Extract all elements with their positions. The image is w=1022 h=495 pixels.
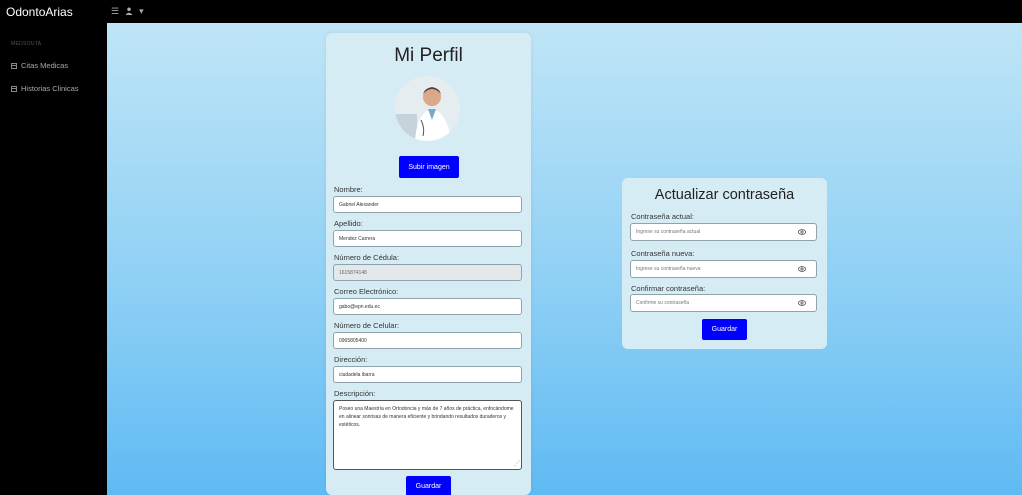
new-password-field[interactable]: Ingrese su contraseña nueva: [630, 260, 817, 278]
chevron-down-icon[interactable]: ▾: [139, 6, 144, 17]
cedula-label: Número de Cédula:: [334, 253, 400, 262]
user-icon[interactable]: [125, 7, 133, 17]
eye-icon[interactable]: [798, 265, 806, 273]
email-field[interactable]: gabo@epn.edu.ec: [333, 298, 522, 315]
current-password-placeholder: Ingrese su contraseña actual: [636, 229, 701, 235]
eye-icon[interactable]: [798, 228, 806, 236]
confirm-password-label: Confirmar contraseña:: [631, 284, 706, 293]
sidebar-heading: MEDSOUTA: [11, 41, 42, 47]
descripcion-text: Poseo una Maestría en Ortodoncia y más d…: [339, 406, 514, 428]
brand-logo[interactable]: OdontoArias: [0, 5, 107, 19]
current-password-field[interactable]: Ingrese su contraseña actual: [630, 223, 817, 241]
calendar-icon: [11, 62, 17, 69]
hamburger-icon[interactable]: ☰: [111, 6, 119, 17]
page-title: Mi Perfil: [394, 45, 463, 66]
new-password-label: Contraseña nueva:: [631, 249, 695, 258]
apellido-label: Apellido:: [334, 219, 363, 228]
apellido-field[interactable]: Mendez Carrera: [333, 230, 522, 247]
confirm-password-field[interactable]: Confirme su contraseña: [630, 294, 817, 312]
main-content: Mi Perfil Subir imagen Nombre: Gabriel A…: [107, 23, 1022, 495]
save-profile-button[interactable]: Guardar: [406, 476, 451, 495]
sidebar-item-label: Citas Medicas: [21, 61, 69, 70]
direccion-label: Dirección:: [334, 355, 368, 364]
document-icon: [11, 85, 17, 92]
confirm-password-placeholder: Confirme su contraseña: [636, 300, 690, 306]
nombre-field[interactable]: Gabriel Alexander: [333, 196, 522, 213]
direccion-field[interactable]: ciudadela ibarra: [333, 366, 522, 383]
save-password-button[interactable]: Guardar: [702, 319, 747, 340]
nombre-label: Nombre:: [334, 185, 363, 194]
correo-label: Correo Electrónico:: [334, 287, 399, 296]
sidebar-item-historias-clinicas[interactable]: Historias Clinicas: [0, 84, 107, 93]
cedula-field: 1615874148: [333, 264, 522, 281]
password-card-title: Actualizar contraseña: [654, 187, 795, 203]
sidebar-item-citas-medicas[interactable]: Citas Medicas: [0, 61, 107, 70]
password-card: Actualizar contraseña Contraseña actual:…: [622, 178, 827, 349]
sidebar-item-label: Historias Clinicas: [21, 84, 79, 93]
eye-icon[interactable]: [798, 299, 806, 307]
descripcion-textarea[interactable]: Poseo una Maestría en Ortodoncia y más d…: [333, 400, 522, 470]
celular-field[interactable]: 0965805400: [333, 332, 522, 349]
descripcion-label: Descripción:: [334, 389, 376, 398]
avatar: [395, 76, 460, 141]
new-password-placeholder: Ingrese su contraseña nueva: [636, 266, 701, 272]
top-navbar: OdontoArias ☰ ▾: [0, 0, 1022, 23]
current-password-label: Contraseña actual:: [631, 212, 694, 221]
resize-handle-icon[interactable]: ⋰: [514, 460, 520, 468]
upload-image-button[interactable]: Subir imagen: [399, 156, 459, 178]
celular-label: Número de Celular:: [334, 321, 400, 330]
profile-card: Mi Perfil Subir imagen Nombre: Gabriel A…: [326, 33, 531, 495]
sidebar: MEDSOUTA Citas Medicas Historias Clinica…: [0, 23, 107, 495]
